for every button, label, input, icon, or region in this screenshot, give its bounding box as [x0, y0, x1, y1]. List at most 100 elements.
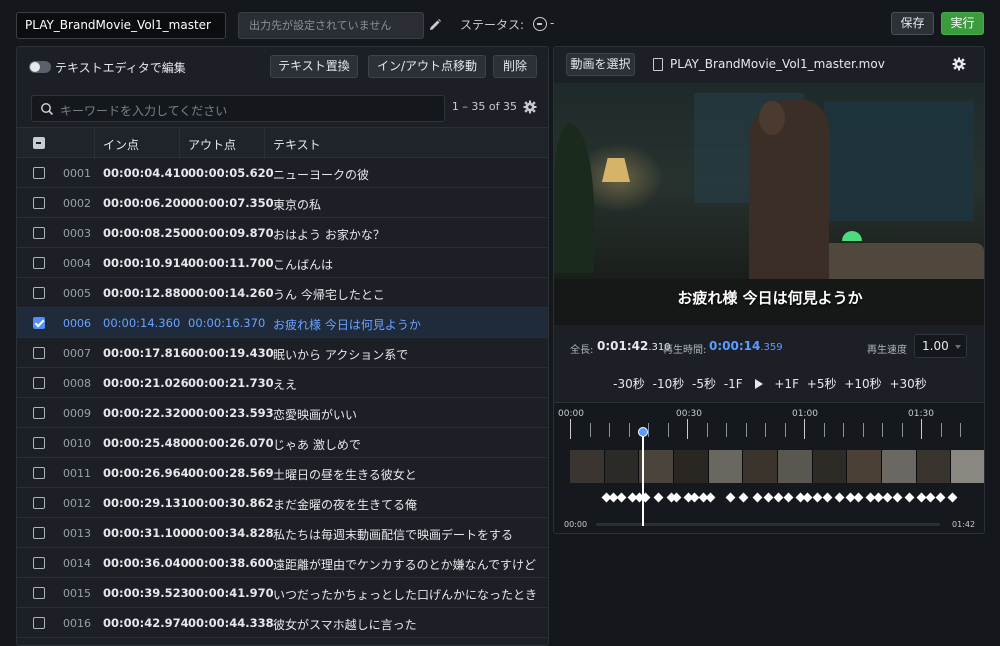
- row-in-point[interactable]: 00:00:17.816: [103, 346, 189, 360]
- table-row[interactable]: 0014 00:00:36.040 00:00:38.600 遠距離が理由でケンカする…: [17, 548, 548, 578]
- table-row[interactable]: 0010 00:00:25.480 00:00:26.070 じゃあ 激しめで: [17, 428, 548, 458]
- row-text[interactable]: 私たちは毎週末動画配信で映画デートをする: [273, 526, 513, 543]
- subtitle-marker[interactable]: [947, 492, 958, 503]
- playhead-handle[interactable]: [638, 427, 648, 437]
- table-row[interactable]: 0007 00:00:17.816 00:00:19.430 眠いから アクション系で: [17, 338, 548, 368]
- subtitle-marker[interactable]: [873, 492, 884, 503]
- table-row[interactable]: 0013 00:00:31.100 00:00:34.828 私たちは毎週末動画配信で…: [17, 518, 548, 548]
- table-row[interactable]: 0015 00:00:39.523 00:00:41.970 いつだったかちょっとした…: [17, 578, 548, 608]
- row-in-point[interactable]: 00:00:26.964: [103, 466, 189, 480]
- row-out-point[interactable]: 00:00:44.338: [188, 616, 274, 630]
- subtitle-marker[interactable]: [616, 492, 627, 503]
- select-all-checkbox[interactable]: [33, 137, 45, 149]
- subtitle-marker[interactable]: [725, 492, 735, 503]
- row-out-point[interactable]: 00:00:26.070: [188, 436, 274, 450]
- text-replace-button[interactable]: テキスト置換: [270, 55, 358, 78]
- delete-button[interactable]: 削除: [493, 55, 537, 78]
- row-text[interactable]: うん 今帰宅したとこ: [273, 286, 385, 303]
- row-text[interactable]: 遠距離が理由でケンカするのとか嫌なんですけど: [273, 556, 536, 573]
- playhead[interactable]: [642, 430, 644, 526]
- jump-fwd-5s-button[interactable]: +5秒: [807, 375, 837, 392]
- subtitle-marker[interactable]: [671, 492, 682, 503]
- row-checkbox[interactable]: [33, 557, 45, 569]
- timeline-scrollbar[interactable]: 00:00 01:42: [562, 520, 978, 530]
- row-in-point[interactable]: 00:00:29.131: [103, 496, 189, 510]
- row-out-point[interactable]: 00:00:05.620: [188, 166, 274, 180]
- row-checkbox[interactable]: [33, 197, 45, 209]
- run-button[interactable]: 実行: [941, 12, 984, 35]
- row-checkbox[interactable]: [33, 407, 45, 419]
- subtitle-marker[interactable]: [705, 492, 716, 503]
- table-row[interactable]: 0005 00:00:12.880 00:00:14.260 うん 今帰宅したとこ: [17, 278, 548, 308]
- jump-fwd-30s-button[interactable]: +30秒: [889, 375, 926, 392]
- subtitle-marker[interactable]: [738, 492, 749, 503]
- row-checkbox[interactable]: [33, 527, 45, 539]
- row-text[interactable]: こんばんは: [273, 256, 333, 273]
- save-button[interactable]: 保存: [891, 12, 934, 35]
- table-row[interactable]: 0012 00:00:29.131 00:00:30.862 まだ金曜の夜を生きてる俺: [17, 488, 548, 518]
- inout-move-button[interactable]: イン/アウト点移動: [368, 55, 486, 78]
- row-in-point[interactable]: 00:00:14.360: [103, 316, 180, 330]
- row-out-point[interactable]: 00:00:19.430: [188, 346, 274, 360]
- row-out-point[interactable]: 00:00:14.260: [188, 286, 274, 300]
- subtitle-marker[interactable]: [802, 492, 813, 503]
- row-out-point[interactable]: 00:00:23.593: [188, 406, 274, 420]
- row-in-point[interactable]: 00:00:10.914: [103, 256, 189, 270]
- row-in-point[interactable]: 00:00:04.410: [103, 166, 189, 180]
- subtitle-marker[interactable]: [853, 492, 864, 503]
- row-text[interactable]: 東京の私: [273, 196, 321, 213]
- table-row[interactable]: 0006 00:00:14.360 00:00:16.370 お疲れ様 今日は何見よう…: [17, 308, 548, 338]
- row-checkbox[interactable]: [33, 347, 45, 359]
- subtitle-marker[interactable]: [773, 492, 784, 503]
- jump-fwd-1f-button[interactable]: +1F: [774, 377, 799, 391]
- row-text[interactable]: 眠いから アクション系で: [273, 346, 408, 363]
- column-header-in[interactable]: イン点: [103, 136, 139, 153]
- subtitle-marker[interactable]: [783, 492, 794, 503]
- row-checkbox[interactable]: [33, 167, 45, 179]
- row-out-point[interactable]: 00:00:28.569: [188, 466, 274, 480]
- row-text[interactable]: 土曜日の昼を生きる彼女と: [273, 466, 417, 483]
- row-text[interactable]: じゃあ 激しめで: [273, 436, 361, 453]
- row-checkbox[interactable]: [33, 467, 45, 479]
- row-in-point[interactable]: 00:00:31.100: [103, 526, 189, 540]
- row-checkbox[interactable]: [33, 317, 45, 329]
- search-input[interactable]: キーワードを入力してください: [60, 102, 227, 119]
- subtitle-marker[interactable]: [812, 492, 823, 503]
- subtitle-marker[interactable]: [834, 492, 845, 503]
- pencil-icon[interactable]: [427, 17, 443, 33]
- row-checkbox[interactable]: [33, 227, 45, 239]
- row-text[interactable]: 恋愛映画がいい: [273, 406, 357, 423]
- row-text[interactable]: ええ: [273, 376, 297, 393]
- subtitle-marker[interactable]: [752, 492, 763, 503]
- subtitle-marker[interactable]: [892, 492, 903, 503]
- subtitle-marker[interactable]: [935, 492, 946, 503]
- row-in-point[interactable]: 00:00:36.040: [103, 556, 189, 570]
- jump-back-1f-button[interactable]: -1F: [724, 377, 743, 391]
- row-text[interactable]: いつだったかちょっとした口げんかになったとき: [273, 586, 537, 603]
- row-in-point[interactable]: 00:00:06.200: [103, 196, 189, 210]
- column-header-text[interactable]: テキスト: [273, 136, 321, 153]
- column-header-out[interactable]: アウト点: [188, 136, 236, 153]
- row-in-point[interactable]: 00:00:21.026: [103, 376, 189, 390]
- select-video-button[interactable]: 動画を選択: [566, 53, 635, 76]
- row-out-point[interactable]: 00:00:21.730: [188, 376, 274, 390]
- search-box[interactable]: キーワードを入力してください: [31, 95, 445, 122]
- output-path-input[interactable]: 出力先が設定されていません: [238, 12, 424, 39]
- playback-speed-select[interactable]: 1.00: [914, 334, 967, 358]
- row-out-point[interactable]: 00:00:34.828: [188, 526, 274, 540]
- row-out-point[interactable]: 00:00:30.862: [188, 496, 274, 510]
- row-in-point[interactable]: 00:00:08.250: [103, 226, 189, 240]
- row-checkbox[interactable]: [33, 587, 45, 599]
- table-row[interactable]: 0003 00:00:08.250 00:00:09.870 おはよう お家かな？: [17, 218, 548, 248]
- table-row[interactable]: 0002 00:00:06.200 00:00:07.350 東京の私: [17, 188, 548, 218]
- table-row[interactable]: 0004 00:00:10.914 00:00:11.700 こんばんは: [17, 248, 548, 278]
- video-preview[interactable]: お疲れ様 今日は何見ようか: [554, 83, 984, 325]
- row-text[interactable]: 彼女がスマホ越しに言った: [273, 616, 417, 633]
- jump-fwd-10s-button[interactable]: +10秒: [844, 375, 881, 392]
- row-checkbox[interactable]: [33, 617, 45, 629]
- table-row[interactable]: 0008 00:00:21.026 00:00:21.730 ええ: [17, 368, 548, 398]
- jump-back-10s-button[interactable]: -10秒: [653, 375, 685, 392]
- row-checkbox[interactable]: [33, 287, 45, 299]
- row-text[interactable]: お疲れ様 今日は何見ようか: [273, 316, 421, 333]
- subtitle-marker[interactable]: [822, 492, 833, 503]
